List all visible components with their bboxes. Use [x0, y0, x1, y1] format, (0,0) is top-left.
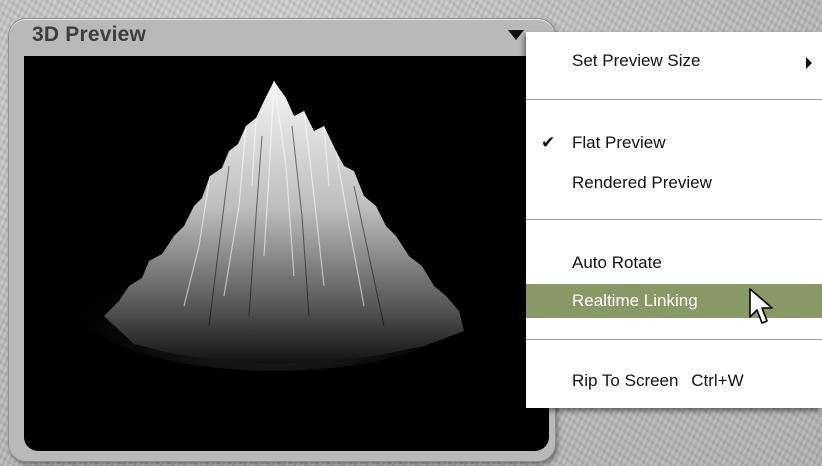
menu-item-shortcut: Ctrl+W	[691, 371, 744, 390]
menu-item-rendered-preview[interactable]: Rendered Preview	[526, 166, 822, 200]
menu-item-flat-preview[interactable]: ✔ Flat Preview	[526, 126, 822, 160]
submenu-arrow-icon	[806, 57, 812, 69]
preview-viewport[interactable]	[24, 56, 549, 451]
menu-item-rip-to-screen[interactable]: Rip To Screen Ctrl+W	[526, 364, 822, 398]
context-menu: Set Preview Size ✔ Flat Preview Rendered…	[526, 32, 822, 408]
menu-item-label: Rip To Screen	[572, 371, 679, 390]
menu-item-set-preview-size[interactable]: Set Preview Size	[526, 44, 822, 78]
panel-title: 3D Preview	[32, 23, 147, 46]
panel-menu-arrow-icon[interactable]	[508, 30, 524, 40]
menu-item-label: Auto Rotate	[572, 253, 662, 272]
menu-separator	[526, 339, 822, 340]
menu-item-label: Realtime Linking	[572, 291, 698, 310]
mouse-cursor-icon	[749, 288, 773, 324]
menu-item-label: Flat Preview	[572, 133, 666, 152]
menu-separator	[526, 219, 822, 220]
terrain-render	[74, 80, 474, 371]
menu-item-auto-rotate[interactable]: Auto Rotate	[526, 246, 822, 280]
menu-item-label: Set Preview Size	[572, 51, 701, 70]
menu-separator	[526, 99, 822, 100]
menu-item-label: Rendered Preview	[572, 173, 712, 192]
check-icon: ✔	[541, 133, 556, 152]
